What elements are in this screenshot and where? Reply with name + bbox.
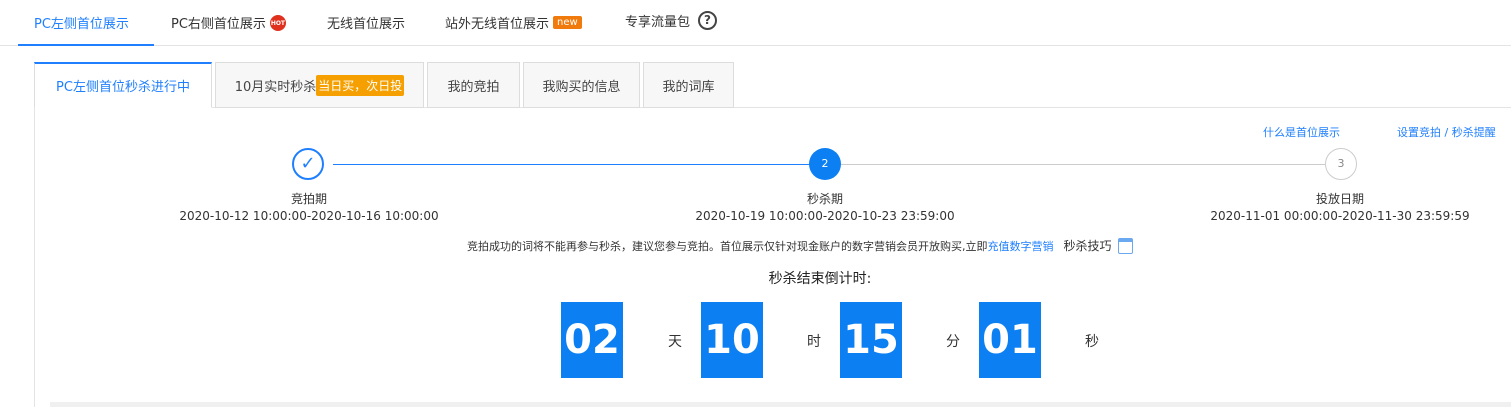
countdown-title: 秒杀结束倒计时: (768, 271, 872, 287)
bottom-section-edge (50, 402, 1511, 407)
promo-badge: 当日买，次日投 (316, 74, 405, 96)
subtab-realtime-seckill[interactable]: 10月实时秒杀 当日买，次日投 (215, 62, 424, 108)
countdown-days: 02 (561, 302, 623, 378)
notice: 竞拍成功的词将不能再参与秒杀，建议您参与竞拍。首位展示仅针对现金账户的数字营销会… (467, 237, 1133, 254)
hot-icon: HOT (269, 14, 286, 31)
what-is-link[interactable]: 什么是首位展示 (1263, 124, 1340, 140)
subtab-my-purchases[interactable]: 我购买的信息 (523, 62, 640, 108)
sub-tab-bar: PC左侧首位秒杀进行中 10月实时秒杀 当日买，次日投 我的竞拍 我购买的信息 我… (34, 62, 1511, 108)
subtab-my-keywords[interactable]: 我的词库 (643, 62, 734, 108)
new-badge: new (553, 16, 582, 29)
tab-label: PC右侧首位展示 (171, 17, 266, 32)
tab-wireless[interactable]: 无线首位展示 (327, 13, 405, 32)
step-3-label: 投放日期 2020-11-01 00:00:00-2020-11-30 23:59… (1210, 190, 1469, 223)
progress-line-done (333, 164, 810, 165)
subtab-label: 我的词库 (662, 79, 715, 95)
check-icon: ✓ (292, 148, 324, 180)
tab-pc-left[interactable]: PC左侧首位展示 (34, 13, 129, 32)
subtab-seckill-active[interactable]: PC左侧首位秒杀进行中 (34, 62, 212, 108)
tab-traffic-pack[interactable]: 专享流量包? (625, 11, 718, 30)
tab-pc-right[interactable]: PC右侧首位展示 HOT (171, 13, 286, 32)
minutes-unit: 分 (946, 334, 960, 350)
seconds-unit: 秒 (1085, 334, 1099, 350)
shop-icon[interactable] (1117, 237, 1133, 254)
active-tab-indicator (18, 44, 154, 46)
tab-label: 专享流量包 (625, 15, 691, 30)
step-dates: 2020-11-01 00:00:00-2020-11-30 23:59:59 (1210, 209, 1470, 223)
step-title: 秒杀期 (806, 192, 844, 206)
subtab-label: 我购买的信息 (542, 79, 621, 95)
help-icon[interactable]: ? (698, 11, 718, 30)
recharge-link[interactable]: 充值数字营销 (988, 238, 1054, 254)
top-tab-bar: PC左侧首位展示 PC右侧首位展示 HOT 无线首位展示 站外无线首位展示 new … (0, 0, 1511, 46)
step-dates: 2020-10-19 10:00:00-2020-10-23 23:59:00 (695, 209, 955, 223)
step-2-label: 秒杀期 2020-10-19 10:00:00-2020-10-23 23:59:… (695, 190, 954, 223)
subtab-my-bids[interactable]: 我的竞拍 (427, 62, 520, 108)
countdown-hours: 10 (701, 302, 763, 378)
step-title: 竞拍期 (290, 192, 328, 206)
tab-label: 无线首位展示 (327, 17, 406, 32)
subtab-label: 10月实时秒杀 (234, 79, 317, 95)
panel-border (34, 107, 35, 407)
subtab-label: 我的竞拍 (447, 79, 500, 95)
step-dates: 2020-10-12 10:00:00-2020-10-16 10:00:00 (179, 209, 439, 223)
tab-label: 站外无线首位展示 (445, 17, 550, 32)
step-title: 投放日期 (1315, 192, 1365, 206)
tab-label: PC左侧首位展示 (34, 17, 129, 32)
countdown-minutes: 15 (840, 302, 902, 378)
tab-offsite-wireless[interactable]: 站外无线首位展示 new (445, 13, 582, 32)
subtab-label: PC左侧首位秒杀进行中 (56, 80, 190, 95)
progress-line-pending (841, 164, 1325, 165)
countdown-seconds: 01 (979, 302, 1041, 378)
notice-text: 竞拍成功的词将不能再参与秒杀，建议您参与竞拍。首位展示仅针对现金账户的数字营销会… (467, 239, 988, 253)
days-unit: 天 (668, 334, 682, 350)
hours-unit: 时 (807, 334, 821, 350)
step-3-circle: 3 (1325, 148, 1357, 180)
seckill-tips[interactable]: 秒杀技巧 (1064, 237, 1112, 254)
step-2-circle: 2 (809, 148, 841, 180)
step-1-label: 竞拍期 2020-10-12 10:00:00-2020-10-16 10:00:… (179, 190, 438, 223)
set-reminder-link[interactable]: 设置竞拍 / 秒杀提醒 (1397, 124, 1496, 140)
